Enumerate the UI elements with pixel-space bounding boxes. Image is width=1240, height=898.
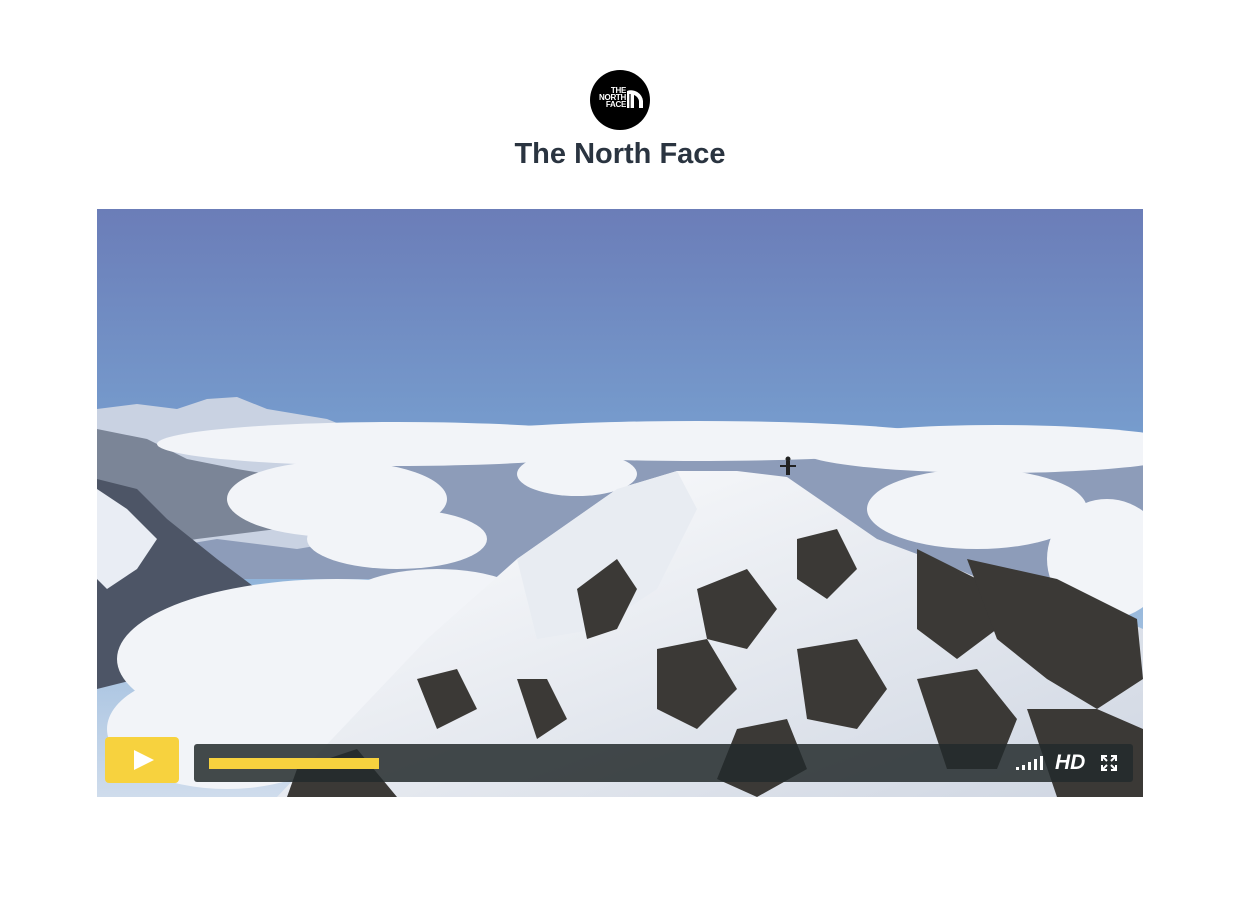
brand-logo: THE NORTH FACE [590,70,650,130]
volume-bars-icon[interactable] [1016,756,1046,770]
control-bar: HD [194,744,1133,782]
logo-line-face: FACE [605,100,626,109]
hd-toggle[interactable]: HD [1055,751,1085,775]
play-icon [134,750,154,770]
half-dome-icon [627,90,643,108]
logo-wordmark: THE NORTH FACE [596,87,626,109]
video-frame-mountain [97,209,1143,797]
video-player[interactable]: HD [97,209,1143,797]
progress-bar[interactable] [209,758,989,769]
fullscreen-icon[interactable] [1101,755,1117,771]
play-button[interactable] [105,737,179,783]
page-title: The North Face [514,138,726,170]
progress-fill [209,758,380,769]
